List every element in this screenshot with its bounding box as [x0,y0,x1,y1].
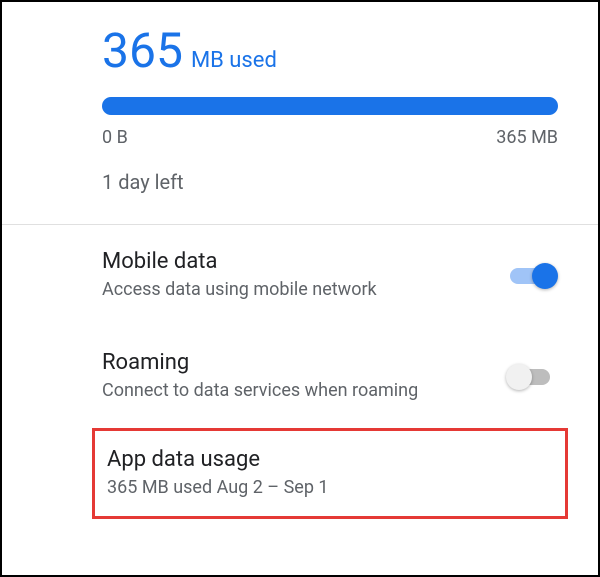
app-data-usage-title: App data usage [107,447,553,472]
mobile-data-toggle[interactable] [510,263,558,289]
usage-min-label: 0 B [102,127,128,148]
usage-number: 365 [102,22,183,79]
toggle-thumb [532,263,558,289]
roaming-title: Roaming [102,350,510,375]
mobile-data-title: Mobile data [102,249,510,274]
usage-unit: MB used [191,48,277,73]
app-data-usage-subtitle: 365 MB used Aug 2 – Sep 1 [107,476,553,500]
roaming-subtitle: Connect to data services when roaming [102,379,510,403]
usage-progress-labels: 0 B 365 MB [102,127,558,148]
roaming-toggle[interactable] [510,364,558,390]
mobile-data-subtitle: Access data using mobile network [102,278,510,302]
usage-max-label: 365 MB [496,127,558,148]
days-left-label: 1 day left [102,170,558,194]
toggle-thumb [506,364,532,390]
usage-value: 365 MB used [102,22,558,79]
mobile-data-text: Mobile data Access data using mobile net… [102,249,510,302]
mobile-data-setting[interactable]: Mobile data Access data using mobile net… [2,225,598,326]
usage-progress-bar [102,97,558,115]
roaming-setting[interactable]: Roaming Connect to data services when ro… [2,326,598,427]
roaming-text: Roaming Connect to data services when ro… [102,350,510,403]
app-data-usage-setting[interactable]: App data usage 365 MB used Aug 2 – Sep 1 [92,428,568,519]
data-usage-summary: 365 MB used 0 B 365 MB 1 day left [2,2,598,224]
